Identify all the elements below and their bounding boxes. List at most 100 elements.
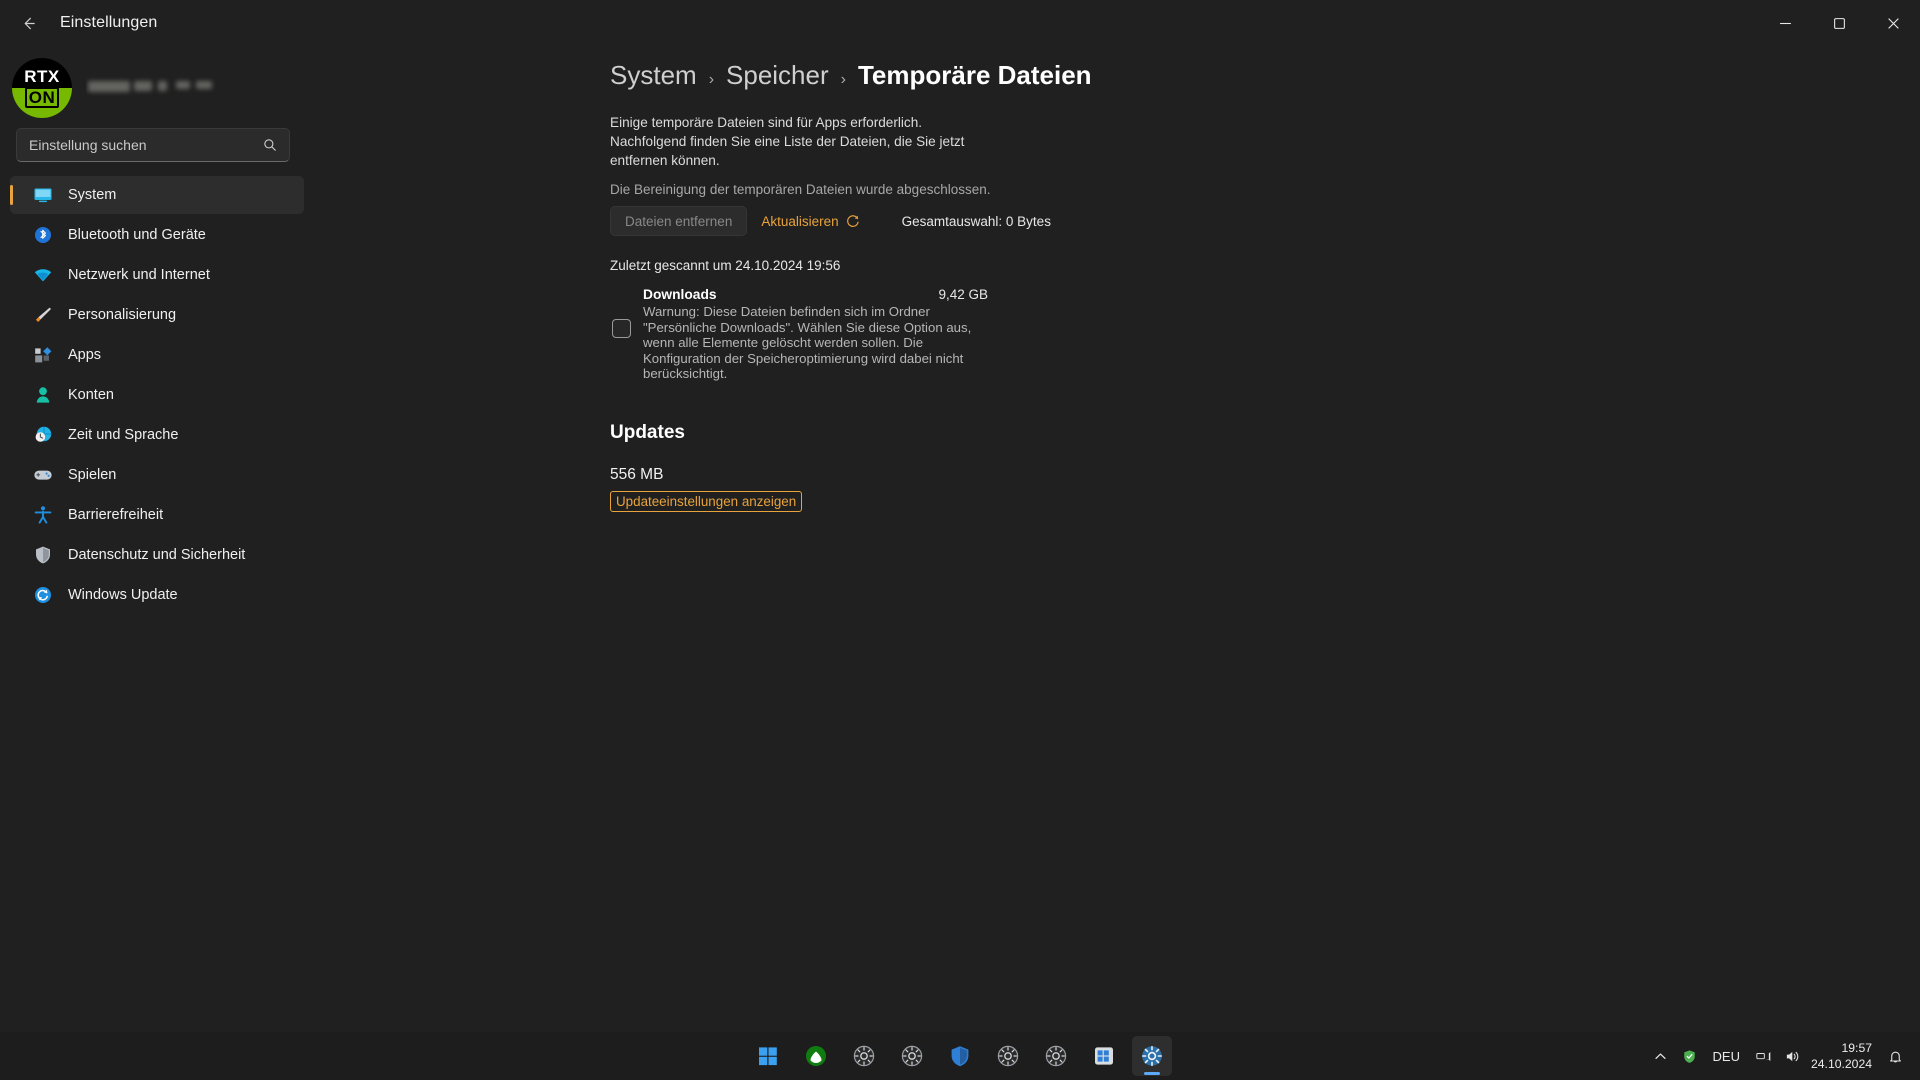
content-column: Einige temporäre Dateien sind für Apps e… — [310, 113, 1920, 512]
sidebar-item-label: Datenschutz und Sicherheit — [68, 547, 246, 563]
show-update-settings-link[interactable]: Updateeinstellungen anzeigen — [610, 490, 803, 512]
window-controls — [1758, 0, 1920, 46]
store-button[interactable] — [1084, 1036, 1124, 1076]
circle-gear-icon — [901, 1045, 923, 1067]
refresh-button-label: Aktualisieren — [761, 213, 839, 229]
taskbar-clock[interactable]: 19:57 24.10.2024 — [1807, 1040, 1881, 1072]
shield-blue-icon — [951, 1046, 969, 1067]
xbox-icon — [806, 1046, 826, 1066]
entry-header: Downloads 9,42 GB — [643, 287, 988, 302]
sidebar-item-label: Konten — [68, 387, 114, 403]
gamepad-icon — [32, 464, 54, 486]
refresh-button[interactable]: Aktualisieren — [761, 214, 859, 229]
title-bar: Einstellungen — [0, 0, 1920, 46]
tray-language-indicator[interactable]: DEU — [1704, 1049, 1749, 1064]
tray-security-button[interactable] — [1675, 1036, 1704, 1076]
sidebar-item-label: Netzwerk und Internet — [68, 267, 210, 283]
app-button-4[interactable] — [1036, 1036, 1076, 1076]
breadcrumb-separator-2: › — [840, 71, 846, 88]
search-container — [0, 122, 310, 162]
sidebar-item-apps[interactable]: Apps — [10, 336, 304, 374]
sidebar-nav: System Bluetooth und Geräte Netzwerk und… — [0, 176, 310, 614]
last-scan-label: Zuletzt gescannt um 24.10.2024 19:56 — [610, 258, 841, 273]
avatar-bottom-text: ON — [24, 87, 60, 108]
paintbrush-icon — [32, 304, 54, 326]
sidebar-item-accessibility[interactable]: Barrierefreiheit — [10, 496, 304, 534]
security-button[interactable] — [940, 1036, 980, 1076]
sidebar-item-windows-update[interactable]: Windows Update — [10, 576, 304, 614]
updates-section-title: Updates — [610, 421, 685, 443]
list-item[interactable]: Downloads 9,42 GB Warnung: Diese Dateien… — [610, 287, 1920, 382]
avatar-top-text: RTX — [24, 67, 60, 86]
entry-title: Downloads — [643, 287, 717, 302]
taskbar: DEU 19:57 24.10.2024 — [0, 1032, 1920, 1080]
breadcrumb-storage[interactable]: Speicher — [726, 60, 829, 91]
entry-size: 9,42 GB — [938, 287, 988, 302]
remove-files-button[interactable]: Dateien entfernen — [610, 206, 748, 236]
settings-window: Einstellungen RTX ON Einstellung suchen … — [0, 0, 1920, 1080]
sidebar-item-privacy-security[interactable]: Datenschutz und Sicherheit — [10, 536, 304, 574]
sidebar-item-accounts[interactable]: Konten — [10, 376, 304, 414]
back-button[interactable] — [8, 6, 48, 40]
sidebar-item-label: Zeit und Sprache — [68, 427, 179, 443]
store-icon — [1095, 1047, 1113, 1065]
network-icon — [1756, 1051, 1771, 1061]
window-title: Einstellungen — [60, 14, 158, 31]
sidebar-item-network[interactable]: Netzwerk und Internet — [10, 256, 304, 294]
minimize-icon — [1779, 22, 1791, 24]
wifi-icon — [32, 264, 54, 286]
downloads-checkbox[interactable] — [612, 319, 631, 338]
xbox-button[interactable] — [796, 1036, 836, 1076]
sidebar: RTX ON System — [0, 46, 310, 1080]
maximize-button[interactable] — [1812, 0, 1866, 46]
sidebar-item-time-language[interactable]: Zeit und Sprache — [10, 416, 304, 454]
maximize-icon — [1833, 17, 1845, 29]
windows-logo-icon — [759, 1047, 777, 1066]
minimize-button[interactable] — [1758, 0, 1812, 46]
app-button-3[interactable] — [988, 1036, 1028, 1076]
account-block[interactable]: RTX ON — [0, 46, 310, 122]
action-row: Dateien entfernen Aktualisieren Gesamtau… — [610, 206, 1920, 236]
breadcrumb-system[interactable]: System — [610, 60, 697, 91]
tray-volume-button[interactable] — [1778, 1036, 1807, 1076]
apps-icon — [32, 344, 54, 366]
sidebar-item-label: Windows Update — [68, 587, 178, 603]
settings-button[interactable] — [1132, 1036, 1172, 1076]
avatar: RTX ON — [12, 58, 72, 118]
refresh-icon — [846, 215, 859, 227]
sidebar-item-personalization[interactable]: Personalisierung — [10, 296, 304, 334]
clock-globe-icon — [32, 424, 54, 446]
sidebar-item-label: Spielen — [68, 467, 117, 483]
close-button[interactable] — [1866, 0, 1920, 46]
circle-gear-icon — [1045, 1045, 1067, 1067]
sidebar-item-label: System — [68, 187, 117, 203]
taskbar-buttons — [748, 1036, 1172, 1076]
start-button[interactable] — [748, 1036, 788, 1076]
monitor-icon — [32, 184, 54, 206]
app-button-2[interactable] — [892, 1036, 932, 1076]
sidebar-item-bluetooth[interactable]: Bluetooth und Geräte — [10, 216, 304, 254]
update-icon — [32, 584, 54, 606]
search-box[interactable] — [16, 128, 290, 162]
breadcrumb: System › Speicher › Temporäre Dateien — [310, 60, 1920, 91]
circle-gear-icon — [853, 1045, 875, 1067]
total-selection-label: Gesamtauswahl: 0 Bytes — [901, 213, 1051, 229]
search-input[interactable] — [17, 137, 263, 153]
sidebar-item-gaming[interactable]: Spielen — [10, 456, 304, 494]
chevron-up-icon — [1654, 1052, 1666, 1059]
cleanup-status-note: Die Bereinigung der temporären Dateien w… — [610, 182, 991, 197]
tray-network-button[interactable] — [1749, 1036, 1778, 1076]
sidebar-item-label: Bluetooth und Geräte — [68, 227, 206, 243]
notification-button[interactable] — [1881, 1036, 1910, 1076]
tray-overflow-button[interactable] — [1646, 1036, 1675, 1076]
system-tray: DEU 19:57 24.10.2024 — [1646, 1032, 1920, 1080]
breadcrumb-separator-1: › — [708, 71, 715, 88]
bell-icon — [1890, 1051, 1901, 1062]
entry-text: Downloads 9,42 GB Warnung: Diese Dateien… — [643, 287, 988, 382]
close-icon — [1887, 17, 1899, 29]
bluetooth-icon — [32, 224, 54, 246]
shield-icon — [32, 544, 54, 566]
user-icon — [32, 384, 54, 406]
app-button-1[interactable] — [844, 1036, 884, 1076]
sidebar-item-system[interactable]: System — [10, 176, 304, 214]
